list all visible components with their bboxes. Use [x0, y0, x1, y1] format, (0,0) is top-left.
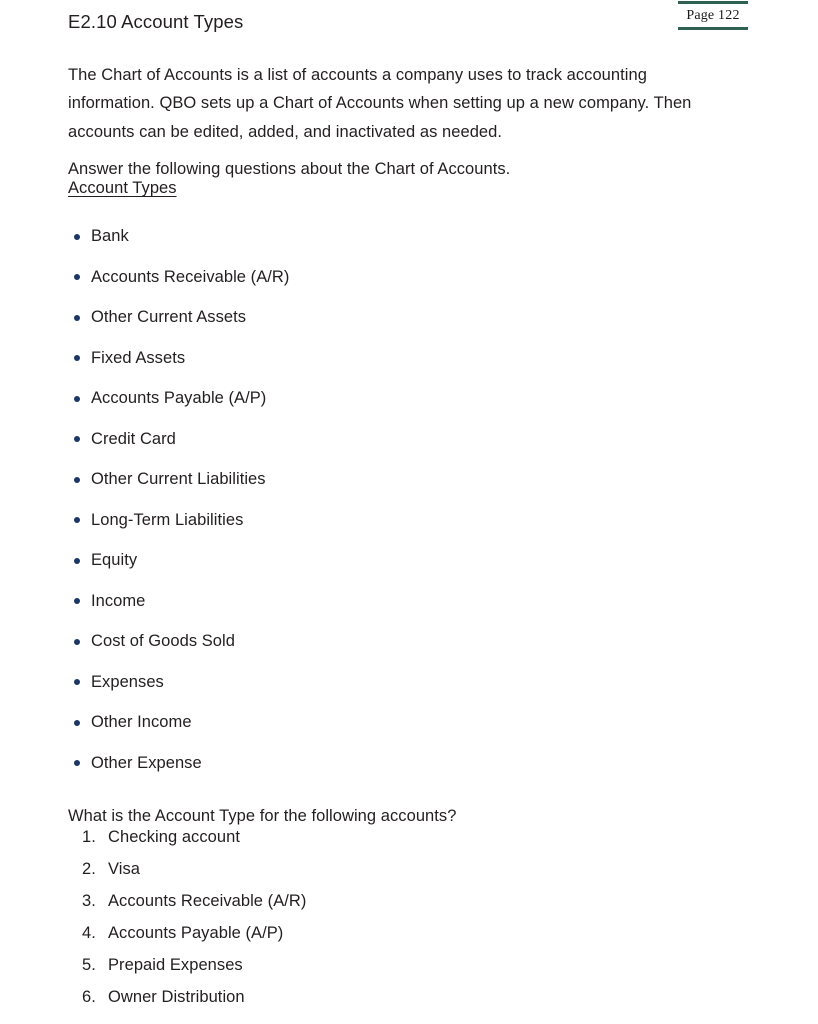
account-types-subheading: Account Types [68, 179, 177, 197]
bullet-icon [74, 517, 80, 523]
list-item-label: Accounts Payable (A/P) [108, 924, 284, 942]
list-item-label: Other Income [91, 713, 192, 731]
list-item-label: Accounts Receivable (A/R) [91, 267, 290, 286]
intro-paragraph: The Chart of Accounts is a list of accou… [68, 65, 692, 141]
list-item: Equity [68, 540, 668, 581]
page-number-label: Page 122 [686, 8, 740, 23]
bullet-icon [74, 233, 80, 240]
page-title: E2.10 Account Types [68, 11, 244, 32]
bullet-icon [74, 760, 80, 766]
list-item: 6. Owner Distribution [68, 981, 668, 1013]
list-item-label: Expenses [91, 672, 164, 691]
list-item-label: Accounts Receivable (A/R) [108, 892, 307, 910]
account-types-list: Bank Accounts Receivable (A/R) Other Cur… [68, 216, 668, 783]
list-item: Other Current Liabilities [68, 459, 668, 500]
list-item: Bank [68, 216, 668, 257]
list-item: Income [68, 581, 668, 622]
list-item-label: Fixed Assets [91, 348, 186, 367]
question-account-list: 1. Checking account 2. Visa 3. Accounts … [68, 821, 668, 1013]
list-item-label: Owner Distribution [108, 988, 245, 1006]
list-item: 4. Accounts Payable (A/P) [68, 917, 668, 949]
list-item-number: 4. [82, 924, 96, 942]
list-item-label: Other Current Liabilities [91, 470, 266, 488]
page-number-badge: Page 122 [678, 1, 748, 30]
list-item-label: Credit Card [91, 429, 176, 448]
list-item: Accounts Receivable (A/R) [68, 257, 668, 298]
list-item: Long-Term Liabilities [68, 500, 668, 541]
list-item-label: Cost of Goods Sold [91, 632, 235, 650]
bullet-icon [74, 598, 80, 604]
list-item-label: Bank [91, 227, 129, 245]
list-item-label: Income [91, 591, 146, 610]
list-item: Accounts Payable (A/P) [68, 378, 668, 419]
bullet-icon [74, 274, 80, 280]
list-item: Cost of Goods Sold [68, 621, 668, 662]
bullet-icon [74, 355, 80, 361]
bullet-icon [74, 679, 80, 685]
bullet-icon [74, 476, 80, 483]
bullet-icon [74, 395, 80, 402]
list-item-label: Checking account [108, 828, 240, 846]
list-item-label: Long-Term Liabilities [91, 510, 244, 529]
list-item-label: Visa [108, 860, 140, 878]
list-item-label: Other Expense [91, 753, 202, 772]
bullet-icon [74, 436, 80, 442]
list-item: Fixed Assets [68, 338, 668, 379]
list-item: 5. Prepaid Expenses [68, 949, 668, 981]
list-item: Credit Card [68, 419, 668, 460]
list-item: 2. Visa [68, 853, 668, 885]
list-item-number: 3. [82, 892, 96, 910]
list-item: Expenses [68, 662, 668, 703]
list-item: 3. Accounts Receivable (A/R) [68, 885, 668, 917]
list-item-label: Prepaid Expenses [108, 956, 243, 974]
document-page: Page 122 E2.10 Account Types The Chart o… [0, 0, 818, 1024]
list-item: Other Current Assets [68, 297, 668, 338]
list-item: 1. Checking account [68, 821, 668, 853]
bullet-icon [74, 638, 80, 645]
list-item-number: 5. [82, 956, 96, 974]
bullet-icon [74, 557, 80, 564]
bullet-icon [74, 314, 80, 321]
list-item-number: 2. [82, 860, 96, 878]
list-item-label: Other Current Assets [91, 308, 247, 326]
list-item: Other Income [68, 702, 668, 743]
list-item: Other Expense [68, 743, 668, 784]
list-item-number: 6. [82, 988, 96, 1006]
list-item-number: 1. [82, 828, 96, 846]
list-item-label: Equity [91, 551, 138, 569]
bullet-icon [74, 719, 80, 726]
list-item-label: Accounts Payable (A/P) [91, 389, 267, 407]
